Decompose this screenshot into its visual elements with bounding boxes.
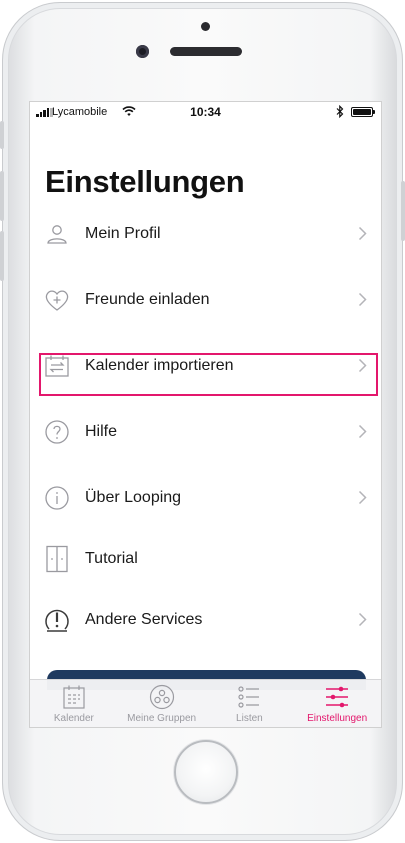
highlight-box	[39, 353, 378, 396]
menu-item-andere-services[interactable]: Andere Services	[30, 598, 381, 642]
chevron-right-icon	[358, 612, 367, 627]
page-title: Einstellungen	[45, 164, 245, 199]
earpiece-speaker	[170, 47, 242, 56]
battery-icon	[351, 107, 375, 117]
tab-listen[interactable]: Listen	[206, 680, 294, 727]
tab-label: Kalender	[53, 713, 94, 724]
menu-item-label: Mein Profil	[85, 225, 161, 242]
chevron-right-icon	[358, 490, 367, 505]
clock: 10:34	[190, 105, 221, 119]
groups-icon	[149, 684, 174, 710]
bluetooth-icon	[336, 105, 344, 118]
heart-plus-icon	[43, 286, 71, 314]
menu-item-hilfe[interactable]: Hilfe	[30, 410, 381, 454]
chevron-right-icon	[358, 226, 367, 241]
tab-meine-gruppen[interactable]: Meine Gruppen	[118, 680, 206, 727]
tab-label: Meine Gruppen	[127, 713, 197, 724]
calendar-icon	[63, 685, 85, 709]
screen: Lycamobile 10:34 Einstellungen Mein Prof…	[29, 101, 382, 728]
sliders-icon	[326, 686, 349, 708]
tab-label: Listen	[236, 713, 263, 724]
menu-item-freunde-einladen[interactable]: Freunde einladen	[30, 278, 381, 322]
question-icon	[43, 418, 71, 446]
home-button[interactable]	[174, 740, 238, 804]
person-icon	[43, 220, 71, 248]
menu-item-label: Hilfe	[85, 423, 118, 440]
menu-item-label: Freunde einladen	[85, 291, 210, 308]
status-bar: Lycamobile 10:34	[30, 102, 381, 122]
menu-item-mein-profil[interactable]: Mein Profil	[30, 212, 381, 256]
volume-up-button	[0, 171, 4, 221]
tutorial-icon	[43, 545, 71, 573]
menu-item-tutorial[interactable]: Tutorial	[30, 537, 381, 581]
mute-switch	[0, 121, 4, 149]
tab-kalender[interactable]: Kalender	[30, 680, 118, 727]
tab-einstellungen[interactable]: Einstellungen	[293, 680, 381, 727]
list-icon	[238, 686, 260, 708]
menu-item-label: Tutorial	[85, 550, 138, 567]
menu-item-label: Über Looping	[85, 489, 182, 506]
alert-icon	[43, 606, 71, 634]
chevron-right-icon	[358, 424, 367, 439]
volume-down-button	[0, 231, 4, 281]
tab-bar: Kalender Meine Gruppen Listen Einstellun…	[30, 679, 381, 727]
power-button	[401, 181, 405, 241]
front-camera	[136, 45, 149, 58]
menu-item-label: Andere Services	[85, 611, 203, 628]
phone-frame: Lycamobile 10:34 Einstellungen Mein Prof…	[0, 2, 405, 841]
chevron-right-icon	[358, 292, 367, 307]
info-icon	[43, 484, 71, 512]
proximity-sensor	[201, 22, 210, 31]
tab-label: Einstellungen	[307, 713, 368, 724]
menu-item-ueber-looping[interactable]: Über Looping	[30, 476, 381, 520]
